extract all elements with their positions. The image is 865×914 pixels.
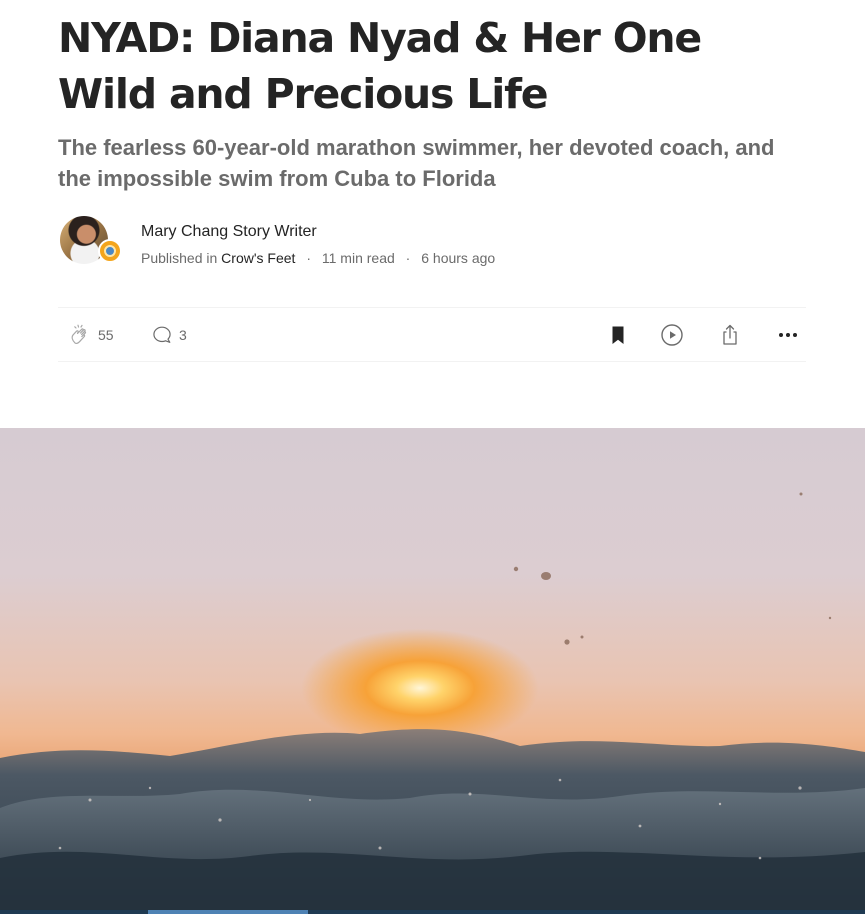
save-button[interactable] (606, 308, 630, 361)
read-time: 11 min read (321, 250, 395, 266)
image-bottom-strip (0, 910, 865, 914)
clap-button[interactable]: 55 (68, 308, 114, 361)
play-icon (660, 323, 684, 347)
listen-button[interactable] (660, 308, 684, 361)
article-subtitle: The fearless 60-year-old marathon swimme… (58, 135, 775, 191)
article-title: NYAD: Diana Nyad & Her One Wild and Prec… (58, 14, 702, 118)
comment-icon (151, 324, 173, 346)
post-meta: Published in Crow's Feet · 11 min read ·… (141, 250, 495, 266)
clap-icon (68, 323, 92, 347)
byline: Mary Chang Story Writer Published in Cro… (58, 216, 806, 268)
share-icon (718, 323, 742, 347)
author-name[interactable]: Mary Chang Story Writer (141, 223, 317, 241)
responses-count: 3 (179, 326, 187, 343)
publication-logo-icon (104, 245, 116, 257)
publication-link[interactable]: Crow's Feet (221, 250, 295, 266)
hero-image (0, 428, 865, 914)
clap-count: 55 (98, 326, 114, 343)
published-in-label: Published in (141, 250, 218, 266)
responses-button[interactable]: 3 (151, 308, 187, 361)
ocean-waves (0, 492, 865, 914)
meta-separator: · (405, 250, 411, 266)
more-button[interactable] (776, 308, 800, 361)
more-icon (776, 323, 800, 347)
post-time: 6 hours ago (421, 250, 496, 266)
bookmark-icon (606, 323, 630, 347)
meta-separator: · (306, 250, 311, 266)
publication-avatar[interactable] (98, 239, 122, 263)
share-button[interactable] (718, 308, 742, 361)
article-header: NYAD: Diana Nyad & Her One Wild and Prec… (58, 0, 806, 362)
action-bar: 55 3 (58, 307, 806, 362)
